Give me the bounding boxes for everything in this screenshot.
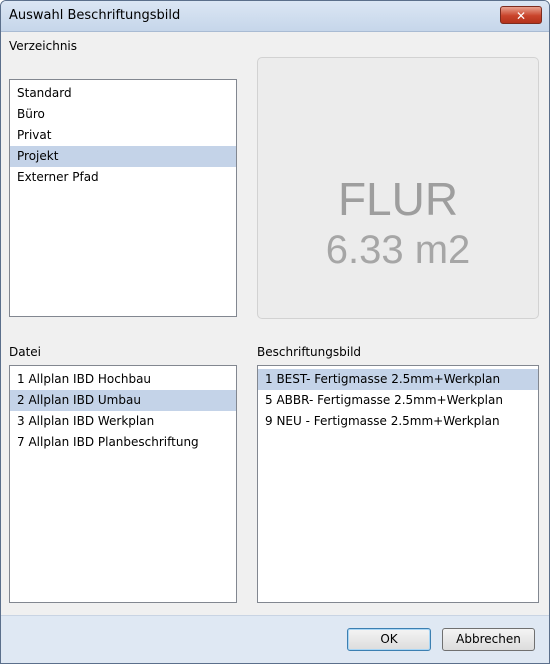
beschriftungsbild-listbox[interactable]: 1 BEST- Fertigmasse 2.5mm+Werkplan 5 ABB… xyxy=(257,365,539,603)
label-preview: FLUR 6.33 m2 xyxy=(257,57,539,319)
dialog-footer: OK Abbrechen xyxy=(1,615,549,663)
beschriftungsbild-item-best[interactable]: 1 BEST- Fertigmasse 2.5mm+Werkplan xyxy=(258,369,538,390)
ok-button[interactable]: OK xyxy=(347,628,431,651)
datei-item-umbau[interactable]: 2 Allplan IBD Umbau xyxy=(10,390,236,411)
datei-item-planbeschriftung[interactable]: 7 Allplan IBD Planbeschriftung xyxy=(10,432,236,453)
datei-item-werkplan[interactable]: 3 Allplan IBD Werkplan xyxy=(10,411,236,432)
verzeichnis-item-standard[interactable]: Standard xyxy=(10,83,236,104)
title-bar[interactable]: Auswahl Beschriftungsbild ✕ xyxy=(1,1,549,32)
verzeichnis-item-privat[interactable]: Privat xyxy=(10,125,236,146)
verzeichnis-label: Verzeichnis xyxy=(9,39,78,53)
dialog-window: Auswahl Beschriftungsbild ✕ Verzeichnis … xyxy=(0,0,550,664)
verzeichnis-item-buero[interactable]: Büro xyxy=(10,104,236,125)
beschriftungsbild-item-abbr[interactable]: 5 ABBR- Fertigmasse 2.5mm+Werkplan xyxy=(258,390,538,411)
cancel-button[interactable]: Abbrechen xyxy=(442,628,535,651)
preview-room-name: FLUR xyxy=(337,173,459,225)
close-button[interactable]: ✕ xyxy=(500,6,542,24)
close-icon: ✕ xyxy=(515,9,527,23)
beschriftungsbild-label: Beschriftungsbild xyxy=(257,345,362,359)
preview-room-area: 6.33 m2 xyxy=(325,228,471,272)
dialog-title: Auswahl Beschriftungsbild xyxy=(9,8,181,23)
datei-label: Datei xyxy=(9,345,42,359)
verzeichnis-item-projekt[interactable]: Projekt xyxy=(10,146,236,167)
datei-item-hochbau[interactable]: 1 Allplan IBD Hochbau xyxy=(10,369,236,390)
beschriftungsbild-item-neu[interactable]: 9 NEU - Fertigmasse 2.5mm+Werkplan xyxy=(258,411,538,432)
verzeichnis-listbox[interactable]: Standard Büro Privat Projekt Externer Pf… xyxy=(9,79,237,317)
datei-listbox[interactable]: 1 Allplan IBD Hochbau 2 Allplan IBD Umba… xyxy=(9,365,237,603)
verzeichnis-item-externer-pfad[interactable]: Externer Pfad xyxy=(10,167,236,188)
